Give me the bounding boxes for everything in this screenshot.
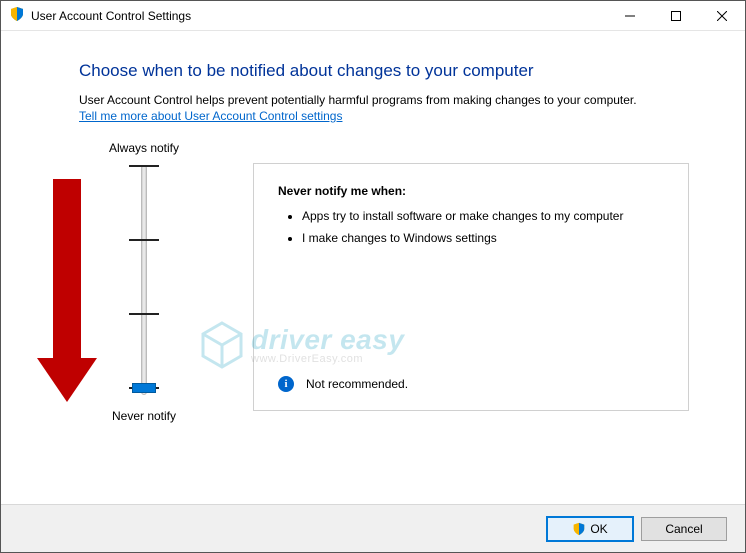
- info-icon: i: [278, 376, 294, 392]
- uac-slider[interactable]: [127, 161, 161, 399]
- close-button[interactable]: [699, 1, 745, 31]
- slider-column: Always notify Never notify: [79, 141, 209, 429]
- recommendation-text: Not recommended.: [306, 377, 408, 391]
- slider-bottom-label: Never notify: [79, 409, 209, 423]
- info-bullet: Apps try to install software or make cha…: [302, 208, 664, 224]
- window-title: User Account Control Settings: [25, 9, 607, 23]
- page-heading: Choose when to be notified about changes…: [79, 61, 689, 81]
- learn-more-link[interactable]: Tell me more about User Account Control …: [79, 109, 342, 123]
- titlebar: User Account Control Settings: [1, 1, 745, 31]
- recommendation-row: i Not recommended.: [278, 376, 408, 392]
- cancel-button[interactable]: Cancel: [641, 517, 727, 541]
- slider-track: [141, 165, 147, 395]
- ok-button[interactable]: OK: [547, 517, 633, 541]
- footer: OK Cancel: [1, 504, 745, 552]
- maximize-button[interactable]: [653, 1, 699, 31]
- ok-label: OK: [590, 522, 607, 536]
- info-bullets: Apps try to install software or make cha…: [278, 208, 664, 246]
- slider-top-label: Always notify: [79, 141, 209, 155]
- shield-icon: [9, 6, 25, 25]
- cancel-label: Cancel: [665, 522, 702, 536]
- down-arrow-annotation: [37, 179, 97, 402]
- slider-tick: [129, 313, 159, 315]
- info-panel: Never notify me when: Apps try to instal…: [253, 163, 689, 411]
- page-description: User Account Control helps prevent poten…: [79, 93, 689, 107]
- minimize-button[interactable]: [607, 1, 653, 31]
- slider-tick: [129, 165, 159, 167]
- content-area: Choose when to be notified about changes…: [1, 31, 745, 504]
- info-bullet: I make changes to Windows settings: [302, 230, 664, 246]
- info-title: Never notify me when:: [278, 184, 664, 198]
- shield-icon: [572, 522, 586, 536]
- slider-tick: [129, 239, 159, 241]
- slider-thumb[interactable]: [132, 383, 156, 393]
